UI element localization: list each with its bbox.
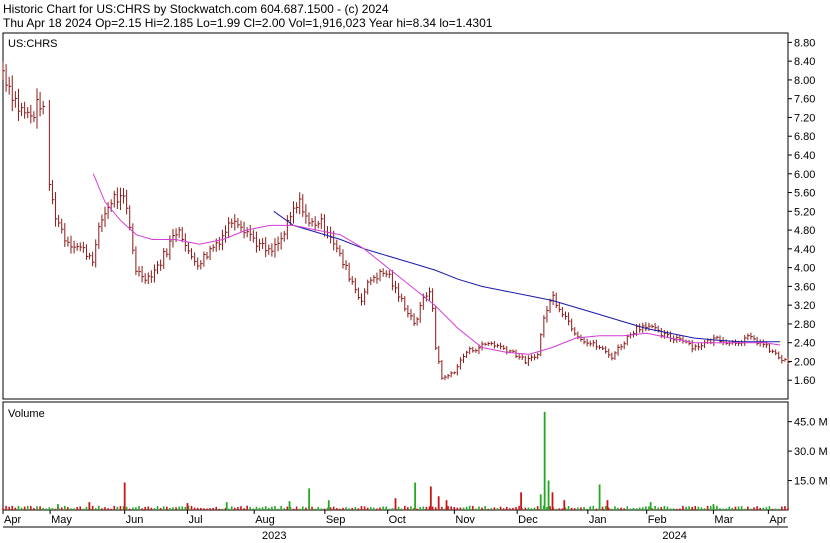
volume-axis: 45.0 M 30.0 M 15.0 M	[788, 417, 828, 488]
month-label: Apr	[4, 514, 21, 526]
price-tick-label: 8.80	[794, 37, 815, 49]
volume-label: Volume	[8, 408, 45, 420]
price-tick-label: 5.20	[794, 206, 815, 218]
month-label: Sep	[326, 514, 346, 526]
price-tick-label: 5.60	[794, 188, 815, 200]
month-label: Jul	[188, 514, 202, 526]
header-line2: Thu Apr 18 2024 Op=2.15 Hi=2.185 Lo=1.99…	[3, 16, 493, 30]
price-tick-label: 1.60	[794, 375, 815, 387]
month-label: Jun	[126, 514, 144, 526]
price-tick-label: 6.40	[794, 150, 815, 162]
price-tick-label: 7.60	[794, 94, 815, 106]
price-tick-label: 4.80	[794, 225, 815, 237]
stock-chart: Historic Chart for US:CHRS by Stockwatch…	[0, 0, 830, 543]
year-label: 2024	[662, 530, 686, 542]
year-label: 2023	[262, 530, 286, 542]
volume-tick-label: 30.0 M	[794, 446, 828, 458]
month-label: Mar	[714, 514, 733, 526]
price-tick-label: 8.40	[794, 56, 815, 68]
price-tick-label: 4.00	[794, 263, 815, 275]
price-tick-label: 3.60	[794, 281, 815, 293]
month-label: Feb	[648, 514, 667, 526]
price-tick-label: 2.00	[794, 356, 815, 368]
month-label: Aug	[255, 514, 275, 526]
month-label: Oct	[389, 514, 406, 526]
header-line1: Historic Chart for US:CHRS by Stockwatch…	[3, 2, 389, 16]
month-label: Nov	[455, 514, 475, 526]
chart-background	[0, 0, 830, 543]
price-tick-label: 6.00	[794, 169, 815, 181]
price-tick-label: 2.40	[794, 338, 815, 350]
month-label: Jan	[589, 514, 607, 526]
price-tick-label: 7.20	[794, 112, 815, 124]
price-tick-label: 4.40	[794, 244, 815, 256]
month-label: Apr	[769, 514, 786, 526]
price-tick-label: 3.20	[794, 300, 815, 312]
price-tick-label: 6.80	[794, 131, 815, 143]
volume-tick-label: 45.0 M	[794, 417, 828, 429]
month-label: May	[51, 514, 72, 526]
month-label: Dec	[518, 514, 538, 526]
symbol-label: US:CHRS	[8, 38, 58, 50]
price-tick-label: 2.80	[794, 319, 815, 331]
price-tick-label: 8.00	[794, 75, 815, 87]
volume-tick-label: 15.0 M	[794, 476, 828, 488]
